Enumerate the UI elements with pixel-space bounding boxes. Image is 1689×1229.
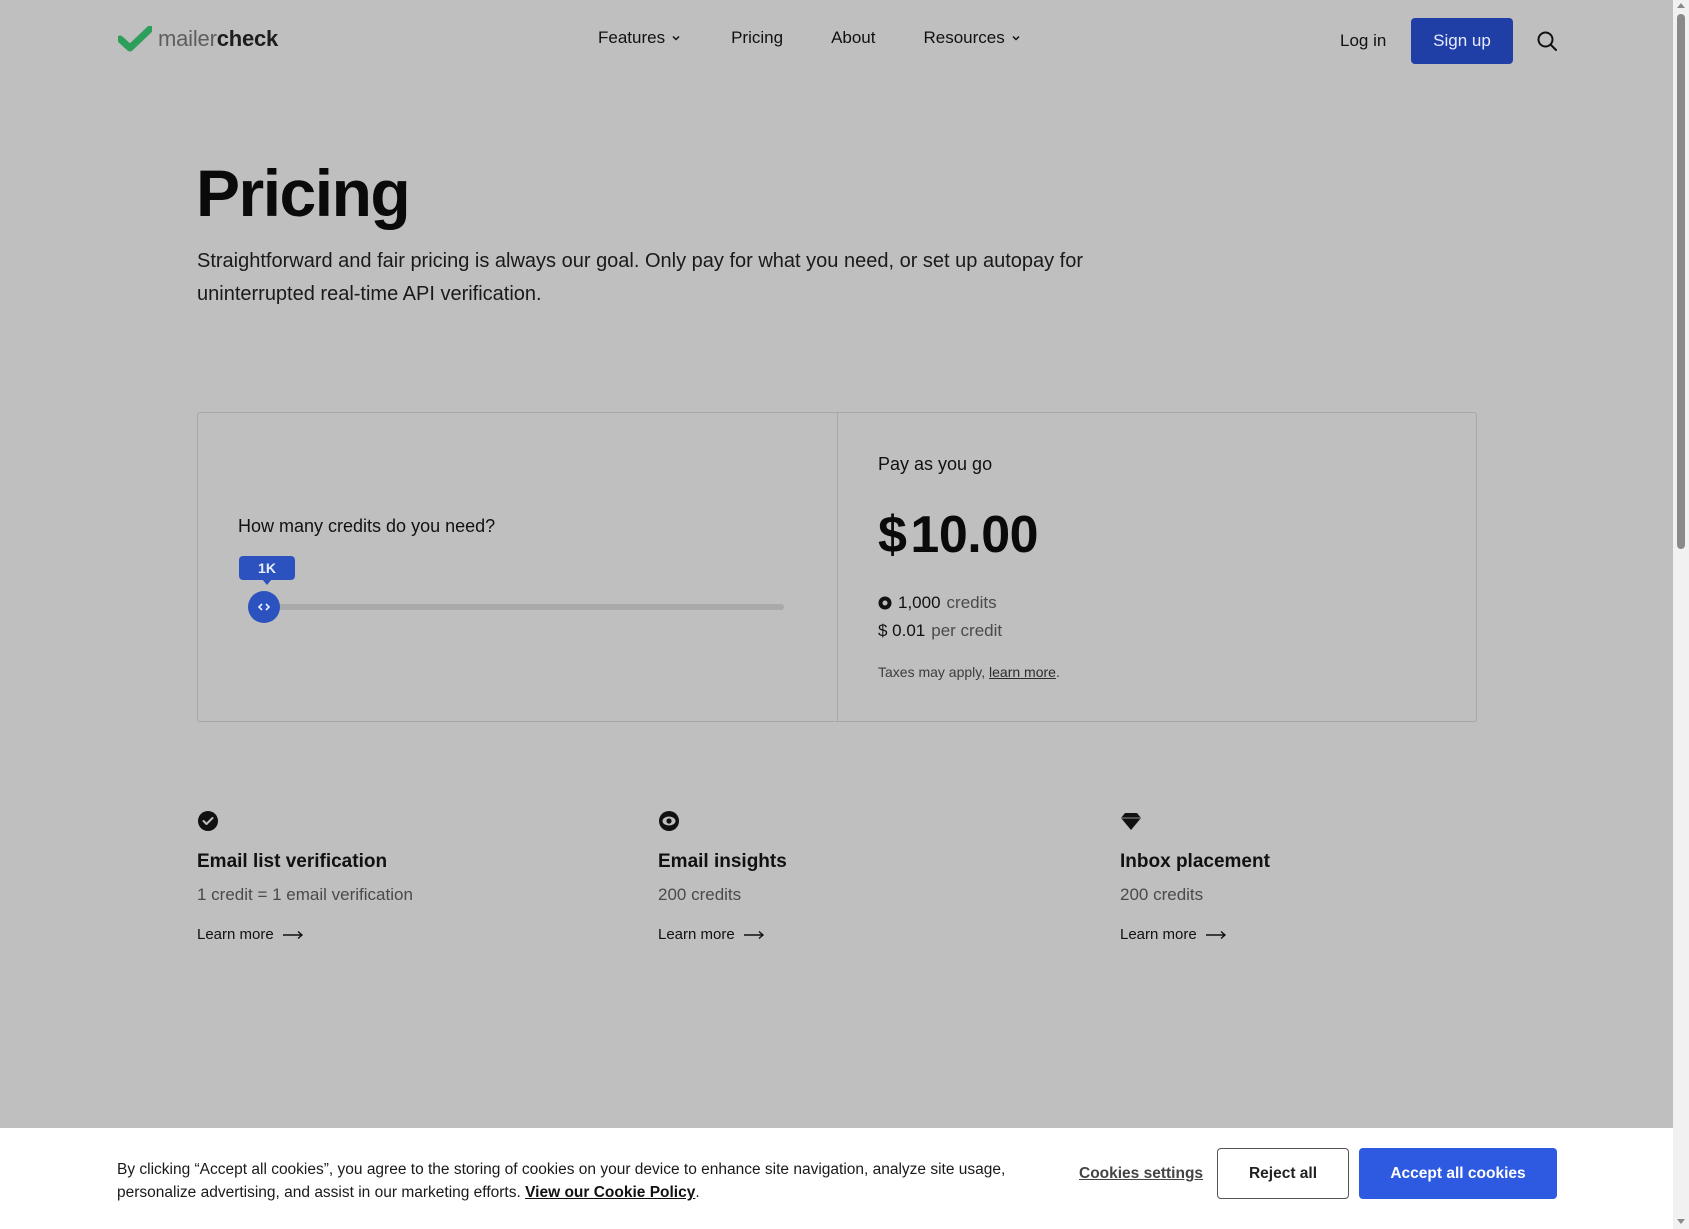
feature-email-insights: Email insights 200 credits Learn more <box>658 810 1078 943</box>
chevron-down-icon <box>672 35 680 41</box>
reject-all-button[interactable]: Reject all <box>1217 1148 1349 1199</box>
credits-question: How many credits do you need? <box>238 516 496 536</box>
credits-calculator: How many credits do you need? 1K <box>198 413 838 721</box>
arrow-right-icon <box>1205 930 1226 939</box>
cookies-settings-link[interactable]: Cookies settings <box>1079 1165 1203 1183</box>
feature-title: Email list verification <box>197 851 388 872</box>
slider-value-bubble: 1K <box>239 556 295 580</box>
page-subtitle: Straightforward and fair pricing is alwa… <box>197 250 1084 305</box>
feature-title: Email insights <box>658 851 787 872</box>
tax-text: Taxes may apply, <box>878 664 986 680</box>
learn-more-label: Learn more <box>197 926 274 943</box>
tax-note: Taxes may apply, learn more. <box>878 664 1060 680</box>
logo[interactable]: mailercheck <box>118 26 278 52</box>
signup-button[interactable]: Sign up <box>1411 18 1513 64</box>
plan-price: $10.00 <box>878 505 1039 565</box>
tax-learn-more-link[interactable]: learn more <box>989 664 1056 680</box>
credits-slider-thumb[interactable] <box>248 591 280 623</box>
cookie-text: By clicking “Accept all cookies”, you ag… <box>117 1158 1047 1204</box>
nav-features[interactable]: Features <box>598 28 681 48</box>
feature-learn-more-link[interactable]: Learn more <box>197 926 617 943</box>
main-nav: Features Pricing About Resources <box>598 28 1021 48</box>
learn-more-label: Learn more <box>1120 926 1197 943</box>
per-credit-line: $ 0.01 per credit <box>878 621 1002 641</box>
feature-subtitle: 1 credit = 1 email verification <box>197 885 413 904</box>
plan-name: Pay as you go <box>878 454 993 474</box>
feature-learn-more-link[interactable]: Learn more <box>658 926 1078 943</box>
login-link[interactable]: Log in <box>1340 31 1386 51</box>
feature-learn-more-link[interactable]: Learn more <box>1120 926 1540 943</box>
nav-about-label: About <box>831 28 876 47</box>
plan-summary: Pay as you go $10.00 1,000 credits $ 0.0… <box>838 413 1476 721</box>
credits-line: 1,000 credits <box>878 593 997 613</box>
price-currency: $ <box>878 506 907 564</box>
slider-bubble-pointer <box>262 579 272 585</box>
arrow-right-icon <box>743 930 764 939</box>
diamond-icon <box>1121 813 1141 830</box>
nav-about[interactable]: About <box>831 28 875 48</box>
scroll-up-arrow-icon[interactable] <box>1677 3 1685 8</box>
credit-coin-icon <box>878 596 892 610</box>
feature-subtitle: 200 credits <box>658 885 742 904</box>
per-credit-value: $ 0.01 <box>878 621 926 640</box>
page-scrollbar[interactable] <box>1673 0 1689 1229</box>
credits-value: 1,000 <box>898 593 941 612</box>
credits-slider-track[interactable] <box>264 604 784 610</box>
drag-arrows-icon <box>257 603 271 611</box>
check-circle-icon <box>198 811 218 831</box>
per-credit-label: per credit <box>931 621 1003 640</box>
page-title: Pricing <box>196 156 411 230</box>
scroll-down-arrow-icon[interactable] <box>1677 1219 1685 1224</box>
search-icon <box>1537 31 1557 51</box>
cookie-policy-link[interactable]: View our Cookie Policy <box>525 1184 695 1201</box>
nav-features-label: Features <box>598 28 666 47</box>
page: mailercheck Features Pricing About Resou… <box>0 0 1673 1229</box>
chevron-down-icon <box>1012 35 1020 41</box>
feature-title: Inbox placement <box>1120 851 1270 872</box>
cookie-banner: By clicking “Accept all cookies”, you ag… <box>0 1128 1673 1229</box>
learn-more-label: Learn more <box>658 926 735 943</box>
price-amount: 10.00 <box>910 506 1039 564</box>
search-button[interactable] <box>1536 30 1558 52</box>
arrow-right-icon <box>282 930 303 939</box>
feature-subtitle: 200 credits <box>1120 885 1204 904</box>
nav-pricing[interactable]: Pricing <box>731 28 783 48</box>
cookie-policy-suffix: . <box>695 1184 700 1201</box>
nav-pricing-label: Pricing <box>731 28 784 47</box>
credits-label: credits <box>946 593 997 612</box>
scrollbar-thumb[interactable] <box>1677 14 1685 549</box>
feature-inbox-placement: Inbox placement 200 credits Learn more <box>1120 810 1540 943</box>
pricing-card: How many credits do you need? 1K Pay as … <box>197 412 1477 722</box>
logo-check-icon <box>118 26 152 52</box>
nav-resources-label: Resources <box>923 28 1005 47</box>
nav-resources[interactable]: Resources <box>924 28 1021 48</box>
feature-email-list-verification: Email list verification 1 credit = 1 ema… <box>197 810 617 943</box>
logo-text: mailercheck <box>158 26 279 51</box>
eye-icon <box>659 811 679 831</box>
accept-all-cookies-button[interactable]: Accept all cookies <box>1359 1148 1557 1199</box>
tax-suffix: . <box>1055 664 1060 680</box>
